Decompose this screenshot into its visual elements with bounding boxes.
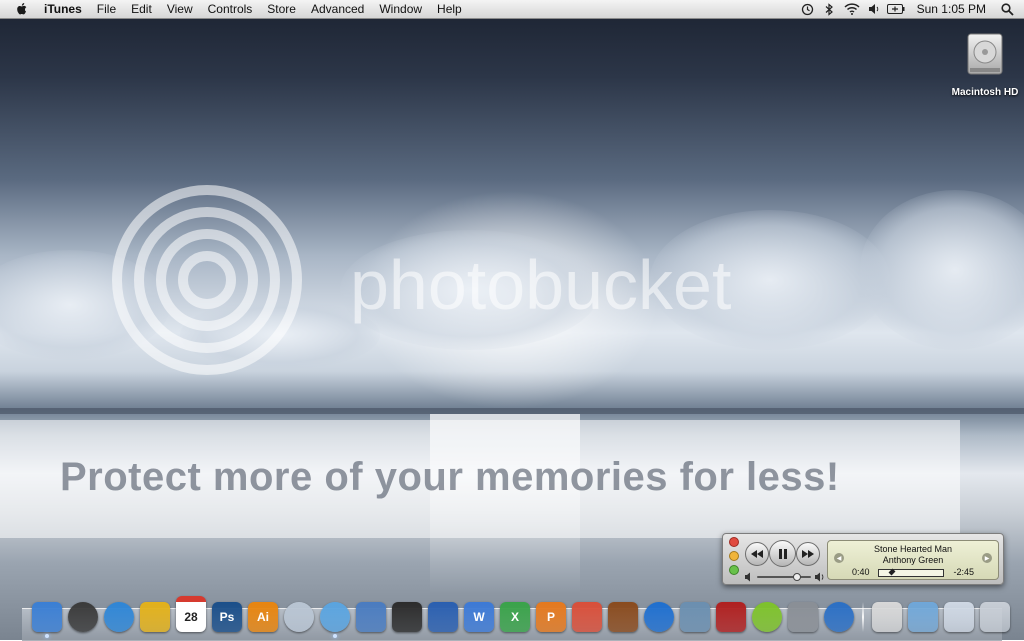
watermark-brand: photobucket [350,246,732,324]
dock-icon-label: W [473,610,485,624]
dvd-icon[interactable] [284,602,314,632]
apple-menu-icon[interactable] [14,1,30,17]
volume-slider[interactable] [745,572,825,582]
dvd-player-icon[interactable] [824,602,854,632]
photobucket-logo-watermark [112,185,302,375]
ical-icon[interactable]: 28 [176,596,206,632]
wallpaper-cloud [860,190,1024,350]
battery-icon[interactable] [885,0,907,18]
illustrator-icon[interactable]: Ai [248,602,278,632]
dock-icon-label: X [510,610,519,624]
remaining-time: -2:45 [953,567,974,577]
watermark-tagline: Protect more of your memories for less! [60,455,840,499]
menu-extras: Sun 1:05 PM [797,0,1024,18]
imovie-icon[interactable] [392,602,422,632]
minimize-button[interactable] [729,551,739,561]
photo-booth-icon[interactable] [716,602,746,632]
iphoto-icon[interactable] [680,602,710,632]
menu-list: iTunes File Edit View Controls Store Adv… [44,2,477,16]
spotlight-icon[interactable] [996,0,1018,18]
dashboard-icon[interactable] [68,602,98,632]
quicktime-icon[interactable] [644,602,674,632]
photoshop-icon[interactable]: Ps [212,602,242,632]
macintosh-hd[interactable]: Macintosh HD [950,30,1020,98]
close-button[interactable] [729,537,739,547]
menu-controls[interactable]: Controls [208,2,253,16]
finder-icon[interactable] [32,602,62,638]
adium-icon[interactable] [140,602,170,632]
volume-icon[interactable] [863,0,885,18]
rewind-icon [751,550,763,558]
dock-icon-label: Ps [219,610,235,624]
now-playing-display: ◀ ▶ Stone Hearted Man Anthony Green 0:40… [827,540,999,580]
final-cut-icon[interactable] [428,602,458,632]
hard-drive-icon [967,33,1003,75]
menu-store[interactable]: Store [267,2,296,16]
menu-window[interactable]: Window [379,2,422,16]
menu-file[interactable]: File [97,2,116,16]
zoom-button[interactable] [729,565,739,575]
elapsed-time: 0:40 [852,567,870,577]
trash-icon[interactable] [980,602,1010,632]
limewire-icon[interactable] [752,602,782,632]
powerpoint-icon[interactable]: P [536,602,566,632]
bluetooth-icon[interactable] [819,0,841,18]
menu-app-name[interactable]: iTunes [44,2,82,16]
excel-icon[interactable]: X [500,602,530,632]
progress-bar[interactable] [878,568,944,577]
progress-marker[interactable] [888,568,896,576]
mail-icon[interactable] [356,602,386,632]
drive-label: Macintosh HD [951,87,1019,98]
dock-separator [862,602,864,632]
menu-advanced[interactable]: Advanced [311,2,364,16]
itunes-mini-player[interactable]: ◀ ▶ Stone Hearted Man Anthony Green 0:40… [722,533,1004,585]
dock: 28 Ps Ai W X P [32,592,1016,638]
menu-view[interactable]: View [167,2,193,16]
dock-icon-label: Ai [257,610,269,624]
system-preferences-icon[interactable] [788,602,818,632]
pause-icon [778,548,787,559]
menu-bar: iTunes File Edit View Controls Store Adv… [0,0,1024,19]
documents-stack-icon[interactable] [872,602,902,632]
menu-clock[interactable]: Sun 1:05 PM [917,2,986,16]
pause-button[interactable] [769,540,796,567]
safari-icon[interactable] [104,602,134,632]
garageband-icon[interactable] [608,602,638,632]
downloads-stack-icon[interactable] [944,602,974,632]
running-indicator [45,634,49,638]
dock-icon-label: P [546,610,555,624]
cocktail-icon[interactable] [572,602,602,632]
menu-help[interactable]: Help [437,2,462,16]
previous-track-button[interactable] [745,542,769,566]
running-indicator [333,634,337,638]
wifi-icon[interactable] [841,0,863,18]
applications-folder-icon[interactable] [908,602,938,632]
word-icon[interactable]: W [464,602,494,632]
dock-icon-label: 28 [184,610,198,624]
artist-name: Anthony Green [882,555,944,565]
song-title: Stone Hearted Man [873,544,953,554]
time-machine-icon[interactable] [797,0,819,18]
fast-forward-icon [802,550,814,558]
menu-edit[interactable]: Edit [131,2,152,16]
next-track-button[interactable] [796,542,820,566]
itunes-icon[interactable] [320,602,350,638]
